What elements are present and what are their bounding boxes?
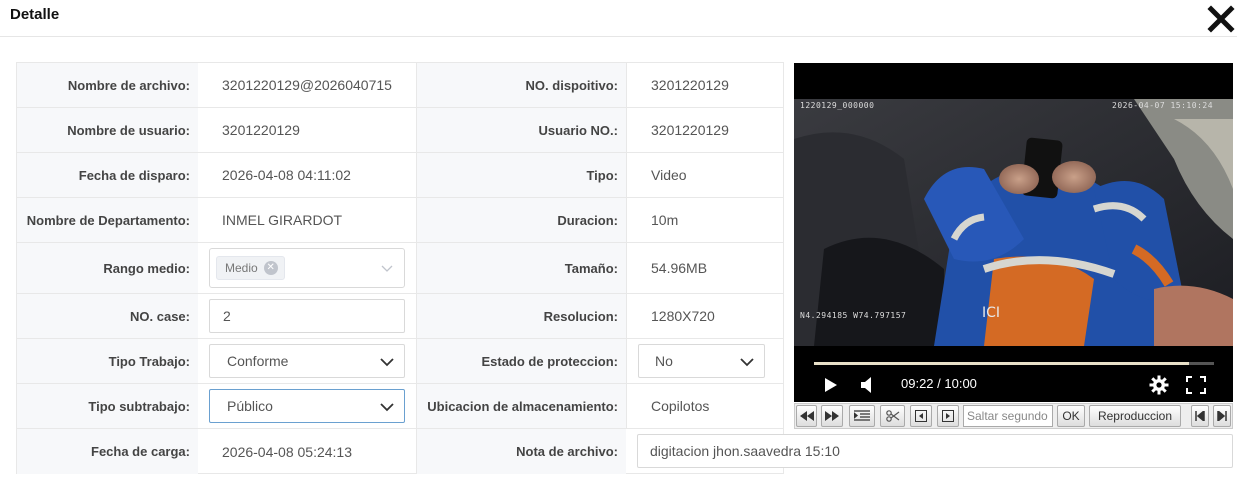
previous-frame-icon	[915, 410, 927, 422]
label-upload-date: Fecha de carga:	[17, 429, 198, 474]
row-file-name: Nombre de archivo: 3201220129@2026040715…	[17, 63, 783, 108]
progress-fill	[814, 362, 1189, 365]
detail-form: Nombre de archivo: 3201220129@2026040715…	[16, 62, 784, 474]
video-player[interactable]: ICI 1220129_000000 2026-04-07 15:10:24 N…	[794, 63, 1233, 402]
case-no-cell: 2	[198, 294, 416, 338]
next-frame-button[interactable]	[937, 405, 959, 427]
file-note-input[interactable]: digitacion jhon.saavedra 15:10	[637, 434, 1233, 468]
video-frame[interactable]: ICI	[794, 99, 1233, 346]
seek-ok-button[interactable]: OK	[1057, 405, 1085, 427]
label-protection-status: Estado de proteccion:	[416, 339, 626, 383]
protection-status-cell: No	[626, 339, 783, 383]
value-size: 54.96MB	[626, 243, 783, 293]
value-user-no: 3201220129	[626, 108, 783, 152]
value-type: Video	[626, 153, 783, 197]
subwork-type-select[interactable]: Público	[209, 389, 405, 423]
label-device-no: NO. dispoitivo:	[416, 63, 626, 107]
play-icon[interactable]	[824, 377, 838, 393]
value-resolution: 1280X720	[626, 294, 783, 338]
value-device-no: 3201220129	[626, 63, 783, 107]
label-case-no: NO. case:	[17, 294, 198, 338]
svg-text:ICI: ICI	[982, 305, 1000, 321]
next-frame-icon	[942, 410, 954, 422]
value-upload-date: 2026-04-08 05:24:13	[222, 443, 352, 460]
player-toolbar: Saltar segundo OK Reproduccion	[794, 403, 1233, 429]
value-duration: 10m	[626, 198, 783, 242]
chevron-down-icon	[740, 358, 754, 367]
previous-frame-button[interactable]	[910, 405, 932, 427]
playback-mode-button[interactable]: Reproduccion	[1089, 405, 1181, 427]
value-user-name: 3201220129	[222, 122, 300, 138]
rewind-icon	[799, 411, 814, 421]
label-type: Tipo:	[416, 153, 626, 197]
label-size: Tamaño:	[416, 243, 626, 293]
fullscreen-icon[interactable]	[1186, 376, 1206, 394]
value-storage-location: Copilotos	[626, 384, 783, 428]
chevron-down-icon	[380, 403, 394, 412]
label-work-type: Tipo Trabajo:	[17, 339, 198, 383]
tag-remove-icon[interactable]: ✕	[263, 261, 278, 275]
medium-range-tag: Medio ✕	[216, 256, 285, 280]
work-type-cell: Conforme	[198, 339, 416, 383]
row-case-no: NO. case: 2 Resolucion: 1280X720	[17, 294, 783, 339]
label-resolution: Resolucion:	[416, 294, 626, 338]
skip-start-button[interactable]	[1191, 405, 1209, 427]
skip-end-icon	[1217, 411, 1227, 421]
label-department: Nombre de Departamento:	[17, 198, 198, 242]
rewind-button[interactable]	[796, 405, 817, 427]
value-trigger-date: 2026-04-08 04:11:02	[222, 167, 351, 183]
case-no-input[interactable]: 2	[209, 299, 405, 333]
row-user-name: Nombre de usuario: 3201220129 Usuario NO…	[17, 108, 783, 153]
chevron-down-icon	[381, 265, 393, 272]
progress-bar[interactable]	[814, 362, 1214, 365]
playlist-button[interactable]	[849, 405, 875, 427]
chevron-down-icon	[380, 358, 394, 367]
row-trigger-date: Fecha de disparo: 2026-04-08 04:11:02 Ti…	[17, 153, 783, 198]
skip-end-button[interactable]	[1213, 405, 1231, 427]
work-type-value: Conforme	[227, 353, 289, 369]
list-indent-icon	[854, 410, 870, 421]
volume-icon[interactable]	[860, 376, 874, 394]
label-file-name: Nombre de archivo:	[17, 63, 198, 107]
label-duration: Duracion:	[416, 198, 626, 242]
value-file-name: 3201220129@2026040715	[222, 77, 392, 93]
value-department: INMEL GIRARDOT	[222, 212, 343, 228]
medium-range-select[interactable]: Medio ✕	[209, 248, 405, 288]
dialog-header: Detalle	[0, 0, 1237, 37]
video-image: ICI	[794, 99, 1233, 346]
row-work-type: Tipo Trabajo: Conforme Estado de protecc…	[17, 339, 783, 384]
scissors-icon	[885, 410, 899, 422]
label-user-name: Nombre de usuario:	[17, 108, 198, 152]
row-medium-range: Rango medio: Medio ✕ Tamaño: 54.96MB	[17, 243, 783, 294]
fast-forward-icon	[825, 411, 839, 421]
skip-start-icon	[1195, 411, 1205, 421]
medium-range-cell: Medio ✕	[198, 243, 416, 293]
settings-gear-icon[interactable]	[1149, 375, 1169, 395]
seek-seconds-input[interactable]: Saltar segundo	[963, 405, 1053, 427]
dialog-title: Detalle	[10, 6, 60, 23]
clip-button[interactable]	[880, 405, 905, 427]
osd-device-id: 1220129_000000	[800, 101, 875, 110]
osd-gps: N4.294185 W74.797157	[800, 311, 907, 320]
medium-range-tag-label: Medio	[225, 261, 258, 275]
osd-timestamp: 2026-04-07 15:10:24	[1112, 101, 1214, 110]
label-user-no: Usuario NO.:	[416, 108, 626, 152]
fast-forward-button[interactable]	[821, 405, 843, 427]
row-department: Nombre de Departamento: INMEL GIRARDOT D…	[17, 198, 783, 243]
protection-status-select[interactable]: No	[638, 344, 765, 378]
subwork-type-value: Público	[227, 398, 273, 414]
protection-status-value: No	[655, 353, 673, 369]
row-subwork-type: Tipo subtrabajo: Público Ubicacion de al…	[17, 384, 783, 429]
label-storage-location: Ubicacion de almacenamiento:	[416, 384, 626, 428]
work-type-select[interactable]: Conforme	[209, 344, 405, 378]
label-medium-range: Rango medio:	[17, 243, 198, 293]
close-icon[interactable]	[1206, 4, 1236, 34]
label-subwork-type: Tipo subtrabajo:	[17, 384, 198, 428]
playback-time: 09:22 / 10:00	[901, 376, 977, 391]
subwork-type-cell: Público	[198, 384, 416, 428]
label-file-note: Nota de archivo:	[416, 429, 626, 474]
label-trigger-date: Fecha de disparo:	[17, 153, 198, 197]
